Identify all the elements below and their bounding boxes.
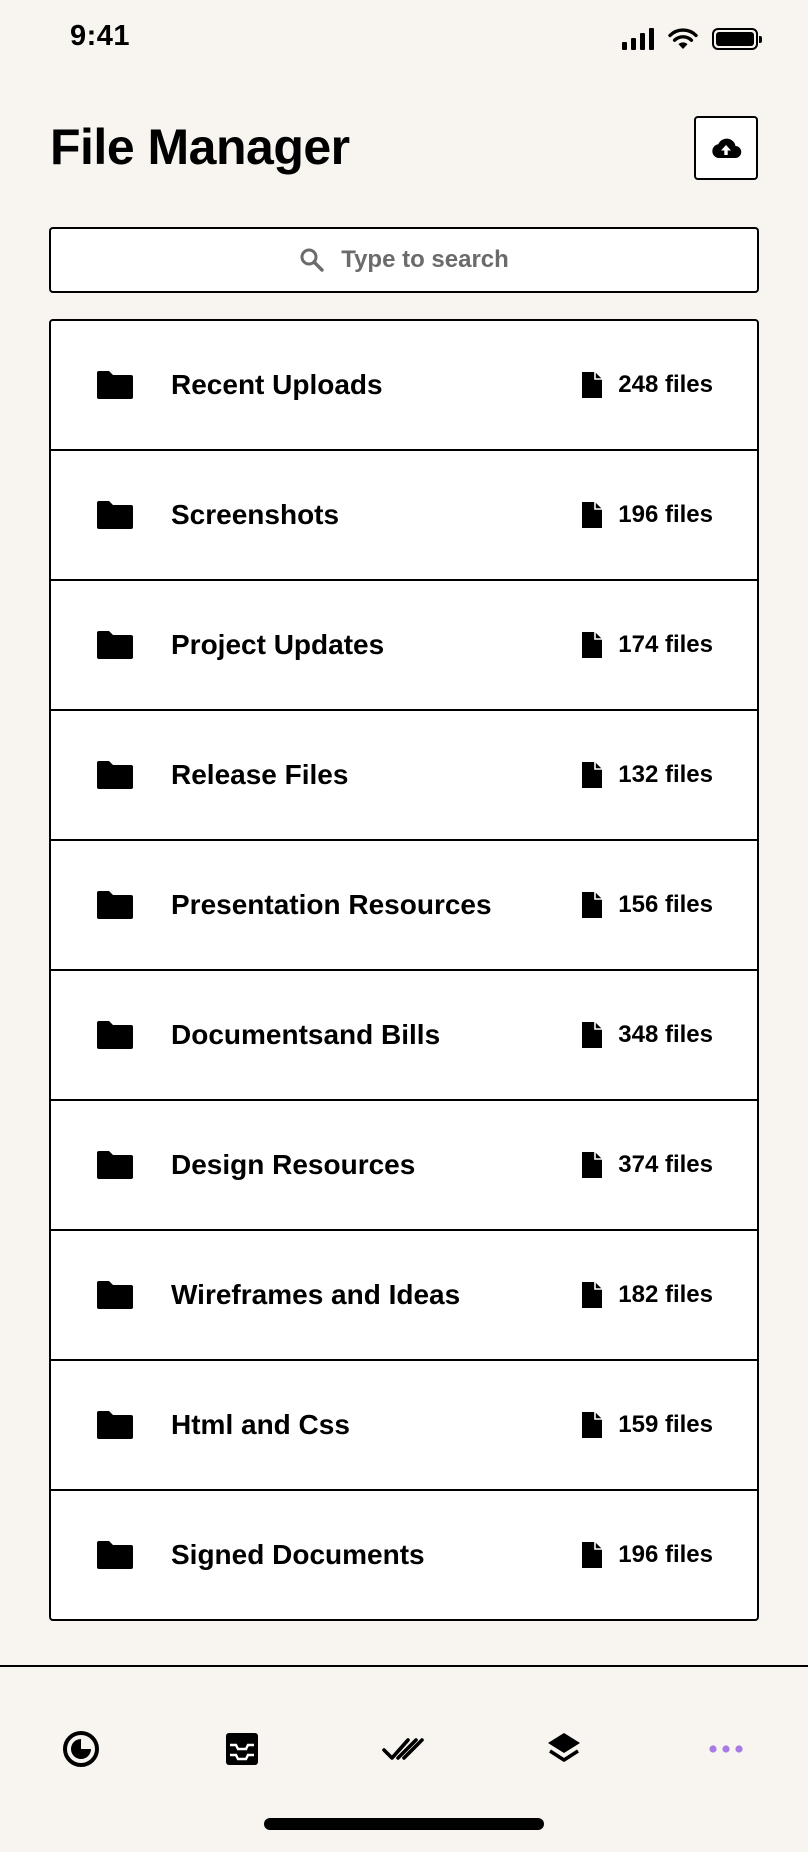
file-icon <box>582 502 603 528</box>
folder-icon <box>97 371 133 399</box>
folder-name: Signed Documents <box>171 1539 425 1570</box>
list-item[interactable]: Html and Css 159 files <box>51 1361 757 1491</box>
file-count: 159 files <box>580 1410 713 1440</box>
cellular-signal-icon <box>622 28 654 50</box>
status-bar: 9:41 <box>0 0 808 80</box>
battery-icon <box>712 28 762 50</box>
tab-more[interactable] <box>704 1727 748 1771</box>
file-count: 374 files <box>580 1150 713 1180</box>
list-item[interactable]: Recent Uploads 248 files <box>51 321 757 451</box>
file-count-text: 248 files <box>618 371 713 398</box>
folder-icon <box>97 1151 133 1179</box>
list-item[interactable]: Project Updates 174 files <box>51 581 757 711</box>
file-count-text: 374 files <box>618 1151 713 1178</box>
file-icon <box>582 1542 603 1568</box>
file-icon <box>582 1022 603 1048</box>
folder-icon <box>97 1021 133 1049</box>
folder-name: Release Files <box>171 759 349 790</box>
tab-inbox[interactable] <box>220 1727 264 1771</box>
search-placeholder: Type to search <box>341 246 509 273</box>
search-icon <box>300 248 324 272</box>
folder-name: Presentation Resources <box>171 889 492 920</box>
list-item[interactable]: Documentsand Bills 348 files <box>51 971 757 1101</box>
folder-icon <box>97 1411 133 1439</box>
upload-button[interactable] <box>694 116 758 180</box>
list-item[interactable]: Screenshots 196 files <box>51 451 757 581</box>
wifi-icon <box>668 28 698 49</box>
status-icons <box>622 28 762 50</box>
file-count: 174 files <box>580 630 713 660</box>
inbox-icon <box>226 1733 258 1765</box>
file-count-text: 196 files <box>618 1541 713 1568</box>
folder-name: Html and Css <box>171 1409 350 1440</box>
file-icon <box>582 632 603 658</box>
file-icon <box>582 372 603 398</box>
folder-icon <box>97 1281 133 1309</box>
file-count: 156 files <box>580 890 713 920</box>
file-count-text: 159 files <box>618 1411 713 1438</box>
file-count-text: 196 files <box>618 501 713 528</box>
folder-icon <box>97 761 133 789</box>
list-item[interactable]: Presentation Resources 156 files <box>51 841 757 971</box>
folder-icon <box>97 501 133 529</box>
file-count: 196 files <box>580 1540 713 1570</box>
file-count-text: 174 files <box>618 631 713 658</box>
file-icon <box>582 762 603 788</box>
file-count: 196 files <box>580 500 713 530</box>
file-icon <box>582 1282 603 1308</box>
tab-dashboard[interactable] <box>59 1727 103 1771</box>
file-count-text: 182 files <box>618 1281 713 1308</box>
file-count-text: 348 files <box>618 1021 713 1048</box>
folder-icon <box>97 891 133 919</box>
file-count-text: 132 files <box>618 761 713 788</box>
file-count-text: 156 files <box>618 891 713 918</box>
list-item[interactable]: Signed Documents 196 files <box>51 1491 757 1619</box>
file-count: 348 files <box>580 1020 713 1050</box>
folder-name: Screenshots <box>171 499 340 530</box>
folder-list: Recent Uploads 248 files Screenshots 196… <box>49 319 759 1621</box>
tab-tasks[interactable] <box>382 1727 426 1771</box>
folder-name: Recent Uploads <box>171 369 383 400</box>
more-icon <box>709 1745 743 1753</box>
list-item[interactable]: Release Files 132 files <box>51 711 757 841</box>
layers-icon <box>548 1733 580 1762</box>
folder-icon <box>97 1541 133 1569</box>
list-item[interactable]: Wireframes and Ideas 182 files <box>51 1231 757 1361</box>
folder-name: Design Resources <box>171 1149 416 1180</box>
status-time: 9:41 <box>70 20 131 52</box>
folder-icon <box>97 631 133 659</box>
folder-name: Wireframes and Ideas <box>171 1279 461 1310</box>
home-indicator[interactable] <box>264 1818 544 1830</box>
tab-layers[interactable] <box>542 1727 586 1771</box>
cloud-upload-icon <box>712 138 742 159</box>
file-count: 248 files <box>580 370 713 400</box>
file-icon <box>582 892 603 918</box>
search-input[interactable]: Type to search <box>49 227 759 293</box>
file-count: 132 files <box>580 760 713 790</box>
folder-name: Project Updates <box>171 629 385 660</box>
file-icon <box>582 1412 603 1438</box>
list-item[interactable]: Design Resources 374 files <box>51 1101 757 1231</box>
file-count: 182 files <box>580 1280 713 1310</box>
folder-name: Documentsand Bills <box>171 1019 441 1050</box>
pie-chart-icon <box>63 1731 99 1767</box>
page-title: File Manager <box>50 119 350 175</box>
file-icon <box>582 1152 603 1178</box>
double-check-icon <box>382 1738 424 1760</box>
